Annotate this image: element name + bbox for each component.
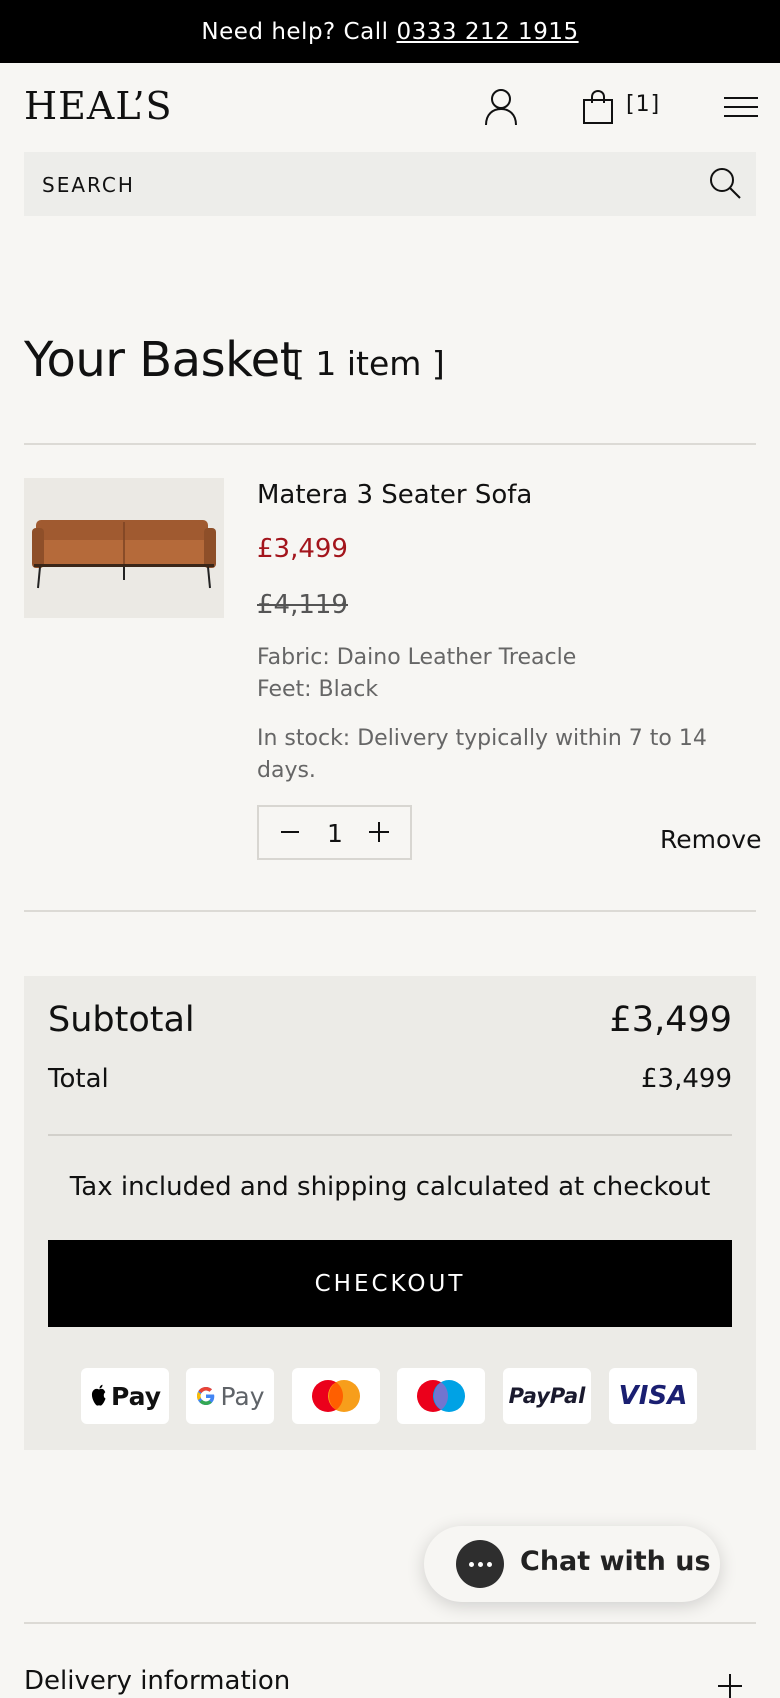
apple-pay-badge: Pay <box>81 1368 169 1424</box>
divider <box>24 1622 756 1624</box>
plus-icon[interactable] <box>369 822 389 842</box>
apple-icon <box>91 1384 106 1406</box>
search-icon[interactable] <box>708 166 742 200</box>
maestro-badge <box>397 1368 485 1424</box>
expand-plus-icon[interactable] <box>718 1674 742 1698</box>
checkout-button[interactable]: CHECKOUT <box>48 1240 732 1327</box>
visa-badge: VISA <box>609 1368 697 1424</box>
help-banner: Need help? Call 0333 212 1915 <box>0 0 780 63</box>
stock-status: In stock: Delivery typically within 7 to… <box>257 726 707 783</box>
divider <box>24 443 756 445</box>
subtotal-value: £3,499 <box>609 1000 732 1040</box>
remove-button[interactable]: Remove <box>660 825 761 854</box>
visa-label: VISA <box>618 1381 688 1411</box>
chat-button[interactable]: Chat with us <box>424 1526 720 1602</box>
apple-pay-label: Pay <box>110 1381 162 1411</box>
search-input[interactable] <box>40 152 684 218</box>
item-count: [ 1 item ] <box>292 344 445 383</box>
product-image[interactable] <box>24 478 224 618</box>
summary-divider <box>48 1134 732 1136</box>
mastercard-badge <box>292 1368 380 1424</box>
order-summary: Subtotal £3,499 Total £3,499 Tax include… <box>24 976 756 1450</box>
chat-bubble-icon <box>456 1540 504 1588</box>
help-text: Need help? Call <box>201 18 389 45</box>
sofa-image <box>32 520 216 589</box>
total-value: £3,499 <box>641 1064 732 1094</box>
paypal-label: PayPal <box>508 1384 586 1408</box>
google-pay-badge: Pay <box>186 1368 274 1424</box>
page-title: Your Basket <box>24 332 299 388</box>
subtotal-label: Subtotal <box>48 1000 195 1040</box>
divider <box>24 910 756 912</box>
product-name[interactable]: Matera 3 Seater Sofa <box>257 480 532 510</box>
search-bar <box>24 152 756 218</box>
fabric-option: Fabric: Daino Leather Treacle <box>257 645 577 670</box>
chat-label: Chat with us <box>520 1546 711 1577</box>
was-price: £4,119 <box>257 590 348 620</box>
sale-price: £3,499 <box>257 534 348 564</box>
logo[interactable]: HEAL’S <box>24 84 173 128</box>
maestro-icon <box>417 1380 465 1412</box>
total-label: Total <box>48 1064 109 1094</box>
phone-link[interactable]: 0333 212 1915 <box>397 19 579 45</box>
account-icon[interactable] <box>484 88 518 126</box>
mastercard-icon <box>312 1380 360 1412</box>
bag-icon[interactable] <box>582 89 614 125</box>
menu-icon[interactable] <box>724 96 758 118</box>
delivery-info-toggle[interactable]: Delivery information <box>24 1666 290 1696</box>
cart-count[interactable]: [1] <box>626 92 660 117</box>
quantity-value[interactable]: 1 <box>327 819 343 848</box>
quantity-stepper: 1 <box>257 805 412 860</box>
feet-option: Feet: Black <box>257 677 379 702</box>
paypal-badge: PayPal <box>503 1368 591 1424</box>
google-pay-label: Pay <box>220 1381 265 1411</box>
tax-note: Tax included and shipping calculated at … <box>69 1172 711 1202</box>
google-g-icon <box>197 1387 215 1405</box>
minus-icon[interactable] <box>281 831 299 833</box>
